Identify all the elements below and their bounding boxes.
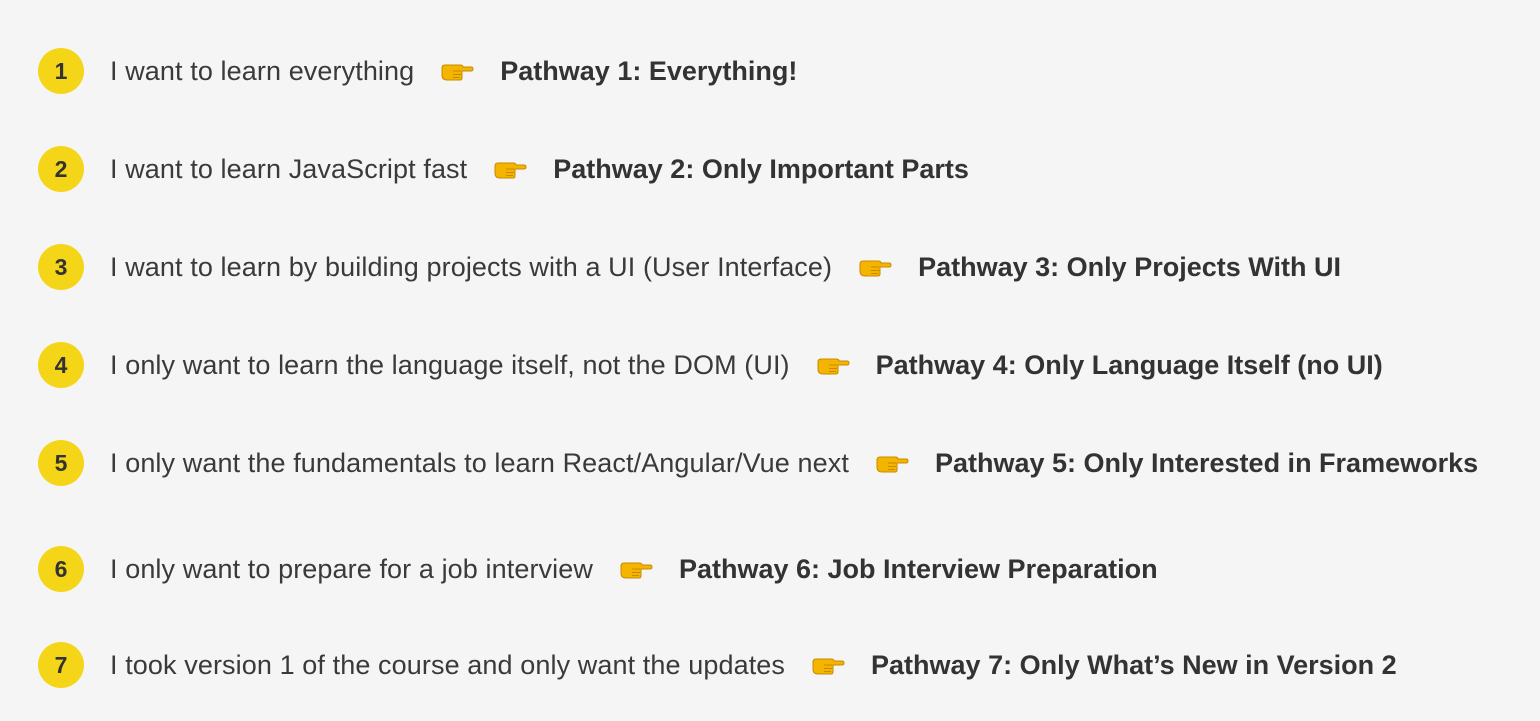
pathway-row: 3 I want to learn by building projects w… xyxy=(38,244,1341,290)
number-badge: 2 xyxy=(38,146,84,192)
pathway-link[interactable]: Pathway 6: Job Interview Preparation xyxy=(679,554,1158,585)
goal-text: I only want to prepare for a job intervi… xyxy=(110,553,593,584)
pointing-right-hand-icon xyxy=(811,653,845,677)
goal-text: I want to learn JavaScript fast xyxy=(110,153,468,184)
pathway-row: 6 I only want to prepare for a job inter… xyxy=(38,546,1158,592)
pathway-row: 7 I took version 1 of the course and onl… xyxy=(38,642,1397,688)
number-badge: 5 xyxy=(38,440,84,486)
pointing-right-hand-icon xyxy=(816,353,850,377)
number-badge: 6 xyxy=(38,546,84,592)
pathway-row: 5 I only want the fundamentals to learn … xyxy=(38,440,1478,486)
pathway-link[interactable]: Pathway 3: Only Projects With UI xyxy=(918,252,1341,283)
goal-text: I only want to learn the language itself… xyxy=(110,349,790,380)
number-badge: 1 xyxy=(38,48,84,94)
number-badge: 3 xyxy=(38,244,84,290)
pathway-link[interactable]: Pathway 1: Everything! xyxy=(500,56,797,87)
pathway-link[interactable]: Pathway 2: Only Important Parts xyxy=(553,154,969,185)
goal-text: I want to learn everything xyxy=(110,55,415,86)
pathway-link[interactable]: Pathway 7: Only What’s New in Version 2 xyxy=(871,650,1397,681)
goal-text: I took version 1 of the course and only … xyxy=(110,649,786,680)
pathway-row: 4 I only want to learn the language itse… xyxy=(38,342,1383,388)
pathway-row: 1 I want to learn everything Pathway 1: … xyxy=(38,48,797,94)
pointing-right-hand-icon xyxy=(619,557,653,581)
pathway-list: 1 I want to learn everything Pathway 1: … xyxy=(0,0,1540,721)
pathway-link[interactable]: Pathway 4: Only Language Itself (no UI) xyxy=(876,350,1383,381)
number-badge: 4 xyxy=(38,342,84,388)
goal-text: I only want the fundamentals to learn Re… xyxy=(110,447,849,478)
pointing-right-hand-icon xyxy=(440,59,474,83)
goal-text: I want to learn by building projects wit… xyxy=(110,251,833,282)
pointing-right-hand-icon xyxy=(875,451,909,475)
pathway-link[interactable]: Pathway 5: Only Interested in Frameworks xyxy=(935,448,1478,479)
pathway-row: 2 I want to learn JavaScript fast Pathwa… xyxy=(38,146,969,192)
pointing-right-hand-icon xyxy=(493,157,527,181)
number-badge: 7 xyxy=(38,642,84,688)
pointing-right-hand-icon xyxy=(858,255,892,279)
